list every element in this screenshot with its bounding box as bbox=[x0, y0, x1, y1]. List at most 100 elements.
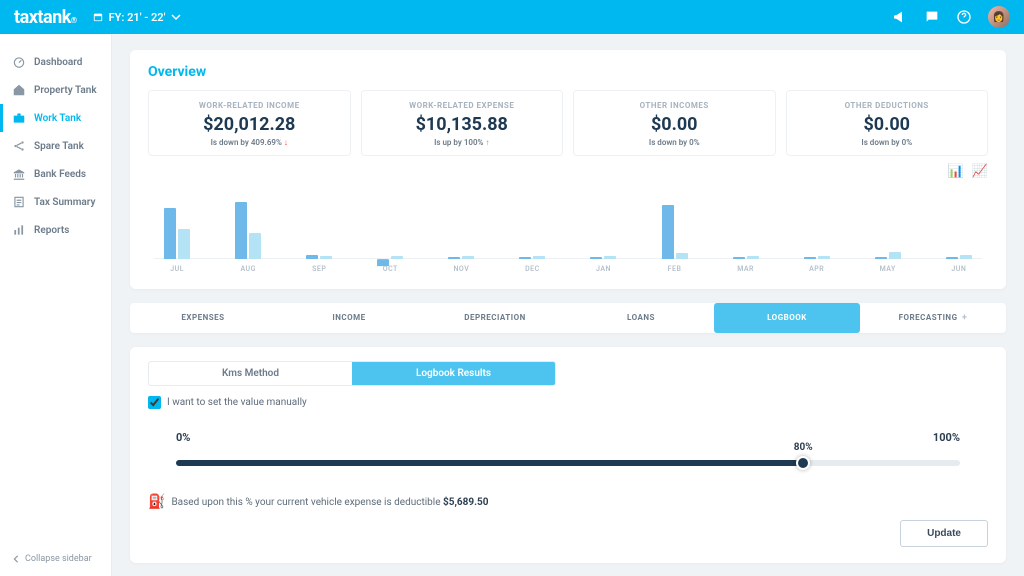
sidebar-item-bank[interactable]: Bank Feeds bbox=[0, 160, 111, 188]
bar-expense bbox=[249, 233, 261, 259]
sidebar-item-dashboard[interactable]: Dashboard bbox=[0, 48, 111, 76]
x-tick: JAN bbox=[580, 265, 626, 273]
bar-income bbox=[306, 255, 318, 259]
help-icon[interactable] bbox=[956, 9, 972, 25]
x-tick: MAY bbox=[865, 265, 911, 273]
bar-expense bbox=[604, 256, 616, 259]
fuel-icon: ⛽ bbox=[148, 494, 165, 510]
sidebar-item-work[interactable]: Work Tank bbox=[0, 104, 111, 132]
stat-label: OTHER INCOMES bbox=[582, 101, 767, 110]
manual-checkbox-row[interactable]: I want to set the value manually bbox=[148, 396, 988, 409]
slider-value-label: 80% bbox=[794, 442, 813, 453]
collapse-label: Collapse sidebar bbox=[25, 554, 92, 564]
bar-income bbox=[733, 257, 745, 259]
bar-expense bbox=[889, 252, 901, 259]
bar-income bbox=[804, 257, 816, 259]
overview-card: Overview WORK-RELATED INCOME $20,012.28 … bbox=[130, 50, 1006, 289]
fy-label: FY: 21' - 22' bbox=[109, 11, 166, 24]
bar-income bbox=[946, 257, 958, 259]
tab-depreciation[interactable]: DEPRECIATION bbox=[422, 303, 568, 333]
x-tick: FEB bbox=[651, 265, 697, 273]
line-chart-icon[interactable]: 📈 bbox=[972, 164, 988, 179]
x-tick: OCT bbox=[367, 265, 413, 273]
subtab-results[interactable]: Logbook Results bbox=[352, 362, 555, 385]
bar-group bbox=[651, 179, 697, 259]
stat-card: OTHER INCOMES $0.00 Is down by 0% bbox=[573, 90, 776, 156]
sidebar-item-spare[interactable]: Spare Tank bbox=[0, 132, 111, 160]
bar-group bbox=[794, 179, 840, 259]
update-button[interactable]: Update bbox=[900, 520, 988, 547]
bar-group bbox=[509, 179, 555, 259]
subtabs: Kms Method Logbook Results bbox=[148, 361, 556, 386]
overview-chart bbox=[148, 179, 988, 259]
tab-income[interactable]: INCOME bbox=[276, 303, 422, 333]
bar-expense bbox=[818, 256, 830, 259]
sidebar-item-property[interactable]: Property Tank bbox=[0, 76, 111, 104]
bank-icon bbox=[12, 167, 26, 181]
bar-expense bbox=[676, 253, 688, 259]
announce-icon[interactable] bbox=[892, 9, 908, 25]
x-tick: SEP bbox=[296, 265, 342, 273]
stat-card: WORK-RELATED EXPENSE $10,135.88 Is up by… bbox=[361, 90, 564, 156]
bar-expense bbox=[462, 256, 474, 259]
top-bar: taxtank® FY: 21' - 22' 👩 bbox=[0, 0, 1024, 34]
sidebar-item-label: Dashboard bbox=[34, 57, 82, 68]
bar-income bbox=[235, 202, 247, 259]
manual-checkbox[interactable] bbox=[148, 396, 161, 409]
bar-expense bbox=[533, 256, 545, 259]
bar-income bbox=[590, 257, 602, 259]
bar-group bbox=[865, 179, 911, 259]
bar-expense bbox=[391, 256, 403, 259]
bar-group bbox=[225, 179, 271, 259]
sidebar-item-label: Tax Summary bbox=[34, 197, 95, 208]
bar-group bbox=[936, 179, 982, 259]
stat-change: Is down by 0% bbox=[582, 138, 767, 147]
x-tick: NOV bbox=[438, 265, 484, 273]
deduct-amount: $5,689.50 bbox=[443, 497, 489, 508]
stat-change: Is down by 0% bbox=[795, 138, 980, 147]
subtab-kms[interactable]: Kms Method bbox=[149, 362, 352, 385]
stat-label: OTHER DEDUCTIONS bbox=[795, 101, 980, 110]
share-icon bbox=[12, 139, 26, 153]
bar-income bbox=[875, 257, 887, 259]
x-tick: JUN bbox=[936, 265, 982, 273]
sidebar: Dashboard Property Tank Work Tank Spare … bbox=[0, 34, 112, 576]
slider-thumb[interactable] bbox=[796, 456, 810, 470]
overview-title: Overview bbox=[148, 64, 988, 80]
calendar-icon bbox=[93, 12, 103, 22]
sidebar-item-label: Reports bbox=[34, 225, 69, 236]
pct-slider[interactable]: 80% bbox=[176, 460, 960, 466]
logbook-panel: Kms Method Logbook Results I want to set… bbox=[130, 347, 1006, 563]
bar-income bbox=[662, 205, 674, 259]
stat-value: $20,012.28 bbox=[157, 114, 342, 135]
tab-logbook[interactable]: LOGBOOK bbox=[714, 303, 860, 333]
tab-loans[interactable]: LOANS bbox=[568, 303, 714, 333]
deduct-text: Based upon this % your current vehicle e… bbox=[171, 497, 443, 508]
bar-income bbox=[448, 257, 460, 259]
bar-income bbox=[377, 259, 389, 266]
chart-x-axis: JULAUGSEPOCTNOVDECJANFEBMARAPRMAYJUN bbox=[148, 259, 988, 273]
sidebar-item-label: Work Tank bbox=[34, 113, 81, 124]
logo: taxtank® bbox=[14, 7, 77, 28]
fy-selector[interactable]: FY: 21' - 22' bbox=[93, 11, 182, 24]
x-tick: JUL bbox=[154, 265, 200, 273]
bar-group bbox=[367, 179, 413, 259]
bar-group bbox=[723, 179, 769, 259]
sidebar-item-tax[interactable]: Tax Summary bbox=[0, 188, 111, 216]
tab-forecasting[interactable]: FORECASTING + bbox=[860, 303, 1006, 333]
home-icon bbox=[12, 83, 26, 97]
chat-icon[interactable] bbox=[924, 9, 940, 25]
bar-group bbox=[438, 179, 484, 259]
manual-label: I want to set the value manually bbox=[167, 397, 307, 408]
sidebar-item-label: Bank Feeds bbox=[34, 169, 86, 180]
bar-chart-icon[interactable]: 📊 bbox=[948, 164, 964, 179]
tab-expenses[interactable]: EXPENSES bbox=[130, 303, 276, 333]
sidebar-item-reports[interactable]: Reports bbox=[0, 216, 111, 244]
x-tick: AUG bbox=[225, 265, 271, 273]
collapse-sidebar[interactable]: Collapse sidebar bbox=[0, 546, 111, 576]
x-tick: MAR bbox=[723, 265, 769, 273]
bar-income bbox=[164, 208, 176, 259]
avatar[interactable]: 👩 bbox=[988, 6, 1010, 28]
bar-group bbox=[580, 179, 626, 259]
stat-change: Is down by 409.69% ↓ bbox=[157, 138, 342, 147]
